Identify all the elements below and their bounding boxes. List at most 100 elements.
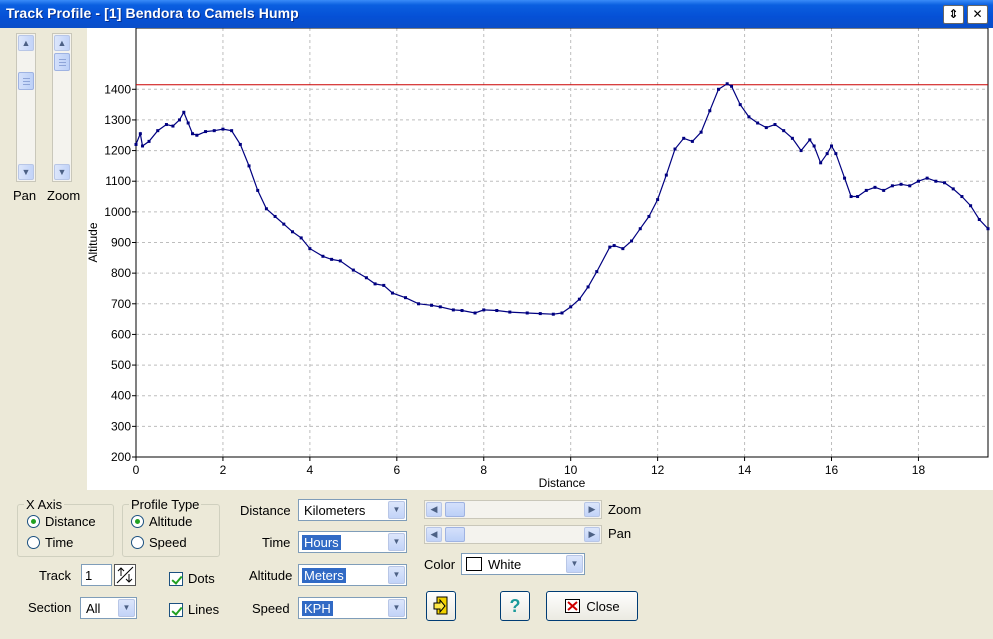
export-button[interactable] (426, 591, 456, 621)
color-select[interactable]: White ▼ (461, 553, 585, 575)
close-button[interactable]: Close (546, 591, 638, 621)
export-icon (433, 596, 448, 615)
track-label: Track (39, 568, 72, 583)
pan-thumb[interactable] (18, 72, 34, 90)
zoom-thumb[interactable] (54, 53, 70, 71)
color-label: Color (424, 557, 456, 572)
pan-horizontal-scrollbar[interactable]: ◀ ▶ (424, 525, 602, 544)
profile-altitude-radio[interactable]: Altitude (131, 514, 192, 529)
data-point (299, 236, 303, 240)
chevron-up-icon: ▲ (21, 38, 31, 48)
data-point (438, 305, 442, 309)
data-point (819, 161, 823, 165)
data-point (451, 308, 455, 312)
x-axis-time-radio[interactable]: Time (27, 535, 73, 550)
time-unit-label: Time (262, 535, 291, 550)
lines-label: Lines (188, 602, 220, 617)
chart-area[interactable]: 200 300 400 500 600 700 800 900 1000 1100 1200 1300… (87, 28, 993, 490)
chevron-left-icon: ◀ (430, 529, 438, 539)
close-x-icon (565, 599, 581, 613)
profile-speed-radio[interactable]: Speed (131, 535, 187, 550)
data-point (430, 303, 434, 307)
data-point (934, 179, 938, 183)
zoom-horizontal-scrollbar[interactable]: ◀ ▶ (424, 500, 602, 519)
zoom-up-arrow[interactable]: ▲ (54, 35, 70, 51)
altitude-line (135, 83, 989, 315)
speed-unit-value: KPH (302, 601, 333, 616)
data-point (273, 214, 277, 218)
data-point (849, 195, 853, 199)
zoom-slider-thumb[interactable] (445, 502, 465, 517)
data-point (873, 185, 877, 189)
chevron-down-icon: ▼ (566, 555, 583, 573)
data-point (191, 132, 195, 136)
data-point (508, 310, 512, 314)
data-point (264, 207, 268, 211)
data-point (171, 124, 175, 128)
x-axis-distance-radio[interactable]: Distance (27, 514, 96, 529)
track-input[interactable]: 1 (81, 564, 112, 586)
speed-unit-select[interactable]: KPH ▼ (298, 597, 407, 619)
window-title: Track Profile - [1] Bendora to Camels Hu… (6, 5, 299, 21)
close-window-button[interactable]: ✕ (967, 5, 988, 24)
data-point (608, 245, 612, 249)
track-value: 1 (85, 568, 93, 583)
pan-slider-thumb[interactable] (445, 527, 465, 542)
x-tick-label: 6 (393, 463, 400, 477)
left-panel: ▲ ▼ ▲ ▼ Pan Zoom (0, 28, 87, 490)
track-spin-button[interactable] (114, 564, 136, 586)
data-point (834, 152, 838, 156)
data-point (986, 227, 990, 231)
speed-unit-label: Speed (252, 601, 290, 616)
altitude-unit-value: Meters (302, 568, 346, 583)
altitude-unit-select[interactable]: Meters ▼ (298, 564, 407, 586)
x-axis-group-title: X Axis (26, 497, 63, 512)
zoom-left-arrow[interactable]: ◀ (426, 502, 442, 517)
data-point (321, 254, 325, 258)
altitude-profile-chart[interactable]: 200 300 400 500 600 700 800 900 1000 1100 1200 1300… (87, 28, 993, 490)
y-tick-label: 1200 (104, 144, 131, 158)
data-point (195, 133, 199, 137)
y-tick-label: 700 (111, 297, 131, 311)
zoom-down-arrow[interactable]: ▼ (54, 164, 70, 180)
data-point (247, 164, 251, 168)
data-point (951, 187, 955, 191)
data-point (338, 259, 342, 263)
pan-left-arrow[interactable]: ◀ (426, 527, 442, 542)
x-tick-label: 4 (307, 463, 314, 477)
data-point (960, 195, 964, 199)
data-point (204, 130, 208, 134)
y-tick-label: 1400 (104, 82, 131, 96)
pan-slider-label: Pan (608, 526, 632, 541)
zoom-right-arrow[interactable]: ▶ (584, 502, 600, 517)
data-point (825, 152, 829, 156)
data-point (799, 149, 803, 153)
distance-unit-select[interactable]: Kilometers ▼ (298, 499, 407, 521)
restore-button[interactable]: ⇕ (943, 5, 964, 24)
x-tick-label: 10 (564, 463, 578, 477)
help-icon: ? (509, 595, 521, 616)
pan-vertical-scrollbar[interactable]: ▲ ▼ (16, 33, 36, 182)
data-point (141, 144, 145, 148)
y-tick-label: 500 (111, 358, 131, 372)
time-unit-select[interactable]: Hours ▼ (298, 531, 407, 553)
data-point (747, 115, 751, 119)
pan-up-arrow[interactable]: ▲ (18, 35, 34, 51)
lines-checkbox[interactable]: Lines (169, 602, 219, 617)
close-icon: ✕ (972, 7, 983, 21)
dots-checkbox[interactable]: Dots (169, 571, 215, 586)
profile-altitude-label: Altitude (149, 514, 193, 529)
help-button[interactable]: ? (500, 591, 530, 621)
data-point (856, 195, 860, 199)
y-tick-label: 600 (111, 327, 131, 341)
checkbox-checked-icon (169, 571, 183, 586)
zoom-slider-label: Zoom (608, 502, 642, 517)
data-point (630, 239, 634, 243)
pan-down-arrow[interactable]: ▼ (18, 164, 34, 180)
chevron-down-icon: ▼ (388, 501, 405, 519)
pan-right-arrow[interactable]: ▶ (584, 527, 600, 542)
zoom-vertical-scrollbar[interactable]: ▲ ▼ (52, 33, 72, 182)
section-select[interactable]: All ▼ (80, 597, 137, 619)
data-point (699, 130, 703, 134)
x-tick-label: 8 (480, 463, 487, 477)
